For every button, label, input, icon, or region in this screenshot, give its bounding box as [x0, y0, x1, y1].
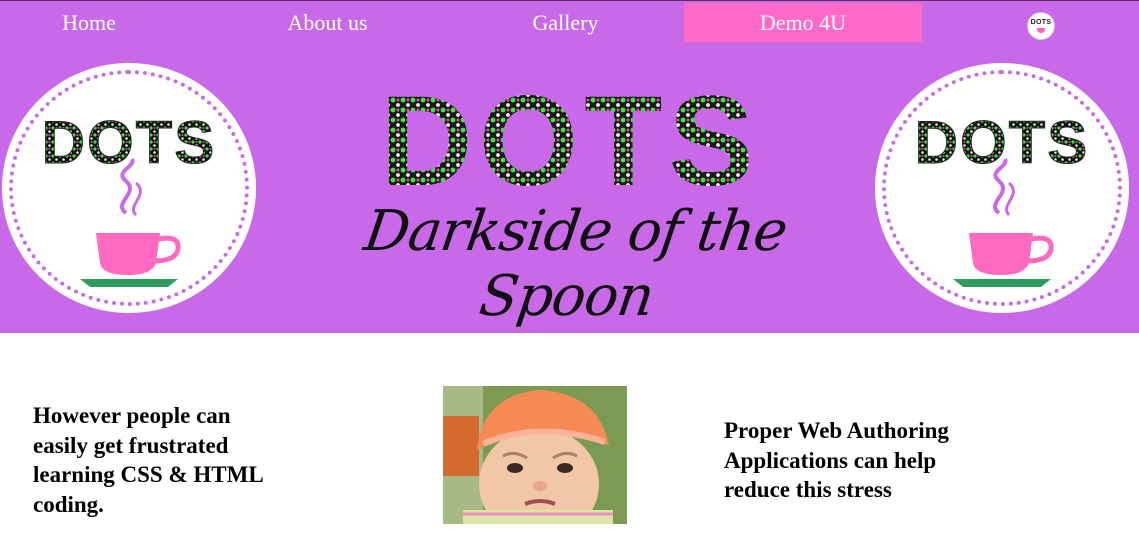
intro-text-left: However people can easily get frustrated… [33, 403, 263, 517]
main-content: However people can easily get frustrated… [0, 333, 1139, 533]
cup-logo-icon: DOTS [41, 109, 215, 287]
big-title-text: DOTS [380, 77, 760, 195]
mini-cup-icon [1037, 28, 1045, 33]
cup-logo-icon: DOTS [914, 109, 1088, 287]
logo-left: DOTS [2, 63, 256, 313]
nav-home-link[interactable]: Home [0, 3, 178, 42]
nav-about-link[interactable]: About us [210, 3, 445, 42]
baby-photo [443, 386, 627, 524]
nav-logo-text: DOTS [1030, 19, 1052, 26]
header-banner: Home About us Gallery Demo 4U DOTS DOTS … [0, 0, 1139, 333]
nav-bar: Home About us Gallery Demo 4U DOTS [0, 1, 1139, 43]
baby-photo-image [443, 386, 627, 524]
nav-gallery-link[interactable]: Gallery [447, 3, 684, 42]
site-title: DOTS Darkside of the Spoon [270, 61, 870, 329]
big-dots-title: DOTS [380, 77, 760, 195]
intro-text-right: Proper Web Authoring Applications can he… [724, 418, 949, 502]
page: Home About us Gallery Demo 4U DOTS DOTS … [0, 0, 1139, 533]
logo-right: DOTS [875, 63, 1129, 313]
nav-logo-icon[interactable]: DOTS [1027, 12, 1055, 40]
nav-demo-link[interactable]: Demo 4U [684, 3, 922, 42]
script-title: Darkside of the Spoon [360, 199, 791, 329]
